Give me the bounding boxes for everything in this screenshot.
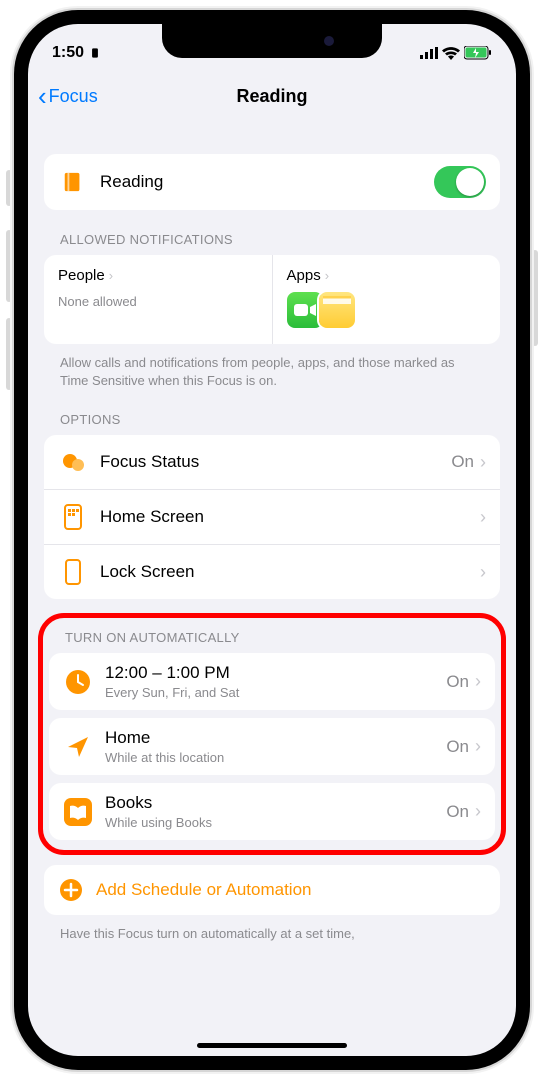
automation-header: TURN ON AUTOMATICALLY xyxy=(49,622,495,653)
rotation-lock-icon xyxy=(88,46,102,60)
people-label: People xyxy=(58,267,105,284)
automation-app-value: On xyxy=(446,802,469,822)
notifications-card: People › None allowed Apps › xyxy=(44,255,500,344)
nav-bar: ‹ Focus Reading xyxy=(28,68,516,124)
volume-down[interactable] xyxy=(6,318,12,390)
cellular-icon xyxy=(420,47,438,59)
people-sub: None allowed xyxy=(58,294,258,309)
status-time: 1:50 xyxy=(52,44,84,62)
add-automation-label: Add Schedule or Automation xyxy=(96,880,486,900)
chevron-right-icon: › xyxy=(475,736,481,757)
focus-status-value: On xyxy=(451,452,474,472)
lock-screen-label: Lock Screen xyxy=(100,562,480,582)
home-screen-icon xyxy=(58,502,88,532)
automation-location-row[interactable]: Home While at this location On › xyxy=(49,718,495,775)
automation-app-row[interactable]: Books While using Books On › xyxy=(49,783,495,840)
home-screen-label: Home Screen xyxy=(100,507,480,527)
page-title: Reading xyxy=(28,86,516,107)
automation-time-title: 12:00 – 1:00 PM xyxy=(105,663,446,683)
notch xyxy=(162,24,382,58)
automation-time-sub: Every Sun, Fri, and Sat xyxy=(105,685,446,700)
options-header: OPTIONS xyxy=(44,390,500,435)
automation-footer: Have this Focus turn on automatically at… xyxy=(44,915,500,943)
notifications-header: ALLOWED NOTIFICATIONS xyxy=(44,210,500,255)
battery-icon xyxy=(464,46,492,60)
lock-screen-row[interactable]: Lock Screen › xyxy=(44,544,500,599)
facetime-app-icon xyxy=(287,292,323,328)
chevron-right-icon: › xyxy=(480,507,486,528)
options-card: Focus Status On › Home Screen › Lock Scr… xyxy=(44,435,500,599)
chevron-right-icon: › xyxy=(480,452,486,473)
notes-app-icon xyxy=(319,292,355,328)
screen: 1:50 ‹ Focus Rea xyxy=(28,24,516,1056)
books-app-icon xyxy=(63,797,93,827)
automation-time-value: On xyxy=(446,672,469,692)
mute-switch[interactable] xyxy=(6,170,12,206)
automation-time-row[interactable]: 12:00 – 1:00 PM Every Sun, Fri, and Sat … xyxy=(49,653,495,710)
allowed-apps-icons xyxy=(287,292,487,328)
chevron-right-icon: › xyxy=(109,268,113,283)
apps-label: Apps xyxy=(287,267,321,284)
automation-location-value: On xyxy=(446,737,469,757)
content: Reading ALLOWED NOTIFICATIONS People › N… xyxy=(28,154,516,944)
focus-status-label: Focus Status xyxy=(100,452,451,472)
automation-location-sub: While at this location xyxy=(105,750,446,765)
focus-status-row[interactable]: Focus Status On › xyxy=(44,435,500,489)
focus-toggle-card: Reading xyxy=(44,154,500,210)
lock-screen-icon xyxy=(58,557,88,587)
automation-highlight: TURN ON AUTOMATICALLY 12:00 – 1:00 PM Ev… xyxy=(38,613,506,855)
chevron-right-icon: › xyxy=(480,562,486,583)
automation-app-title: Books xyxy=(105,793,446,813)
focus-toggle[interactable] xyxy=(434,166,486,198)
chevron-right-icon: › xyxy=(325,268,329,283)
automation-app-sub: While using Books xyxy=(105,815,446,830)
notifications-footer: Allow calls and notifications from peopl… xyxy=(44,344,500,390)
volume-up[interactable] xyxy=(6,230,12,302)
chevron-right-icon: › xyxy=(475,801,481,822)
phone-frame: 1:50 ‹ Focus Rea xyxy=(14,10,530,1070)
side-button[interactable] xyxy=(532,250,538,346)
book-icon xyxy=(58,167,88,197)
location-icon xyxy=(63,732,93,762)
add-automation-card: Add Schedule or Automation xyxy=(44,865,500,915)
home-indicator[interactable] xyxy=(197,1043,347,1048)
focus-status-icon xyxy=(58,447,88,477)
home-screen-row[interactable]: Home Screen › xyxy=(44,489,500,544)
plus-circle-icon xyxy=(58,877,84,903)
people-allowed[interactable]: People › None allowed xyxy=(44,255,272,344)
apps-allowed[interactable]: Apps › xyxy=(272,255,501,344)
wifi-icon xyxy=(442,47,460,60)
chevron-right-icon: › xyxy=(475,671,481,692)
focus-name: Reading xyxy=(100,172,434,192)
clock-icon xyxy=(63,667,93,697)
add-automation-button[interactable]: Add Schedule or Automation xyxy=(44,865,500,915)
automation-location-title: Home xyxy=(105,728,446,748)
focus-toggle-row: Reading xyxy=(44,154,500,210)
